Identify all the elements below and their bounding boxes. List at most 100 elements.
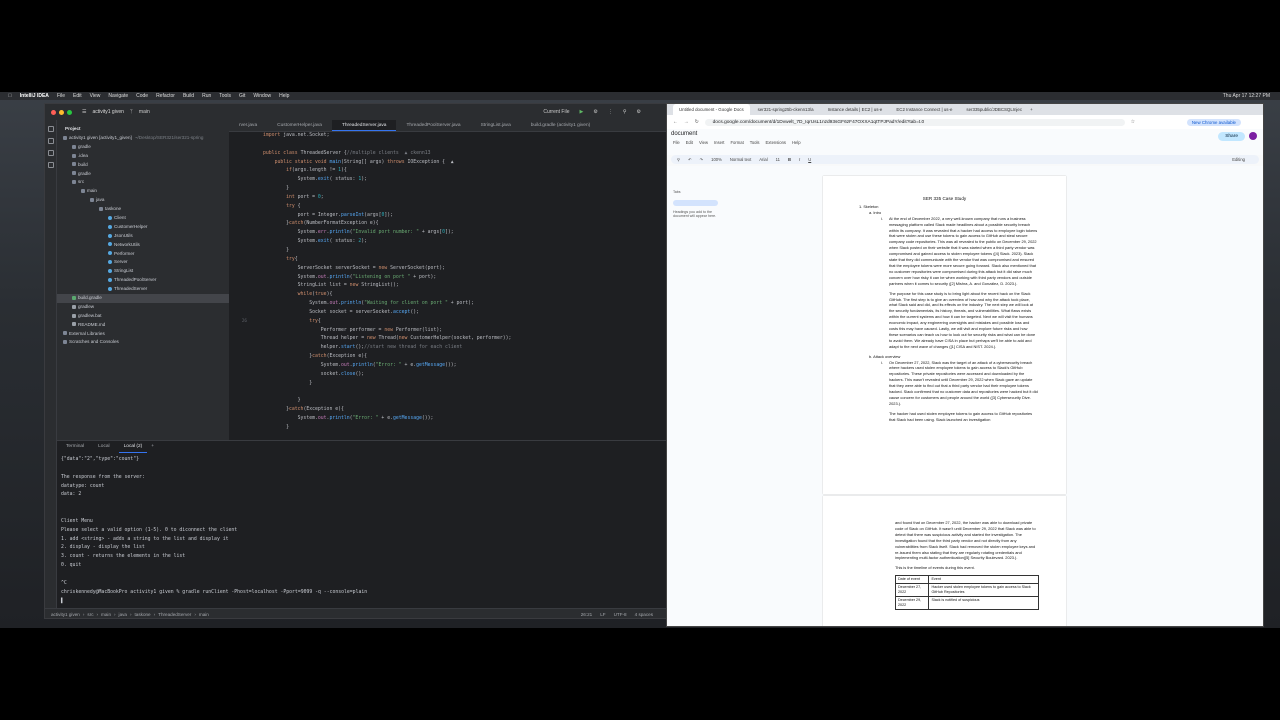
zoom-select[interactable]: 100% [711, 157, 722, 162]
breadcrumb-item[interactable]: main [199, 612, 209, 617]
menubar-item-build[interactable]: Build [183, 93, 194, 99]
undo-icon[interactable]: ↶ [688, 157, 692, 162]
tree-item[interactable]: CustomerHelper [57, 223, 229, 232]
docs-menu-tools[interactable]: Tools [750, 140, 760, 145]
run-icon[interactable]: ▶ [580, 109, 584, 115]
project-selector[interactable]: activity1 given [92, 109, 123, 115]
tree-item[interactable]: README.md [57, 321, 229, 330]
editor-tab[interactable]: ThreadedPoolServer.java [396, 120, 470, 131]
editor-tab[interactable]: ThreadedServer.java [331, 120, 397, 131]
italic-icon[interactable]: I [799, 157, 800, 162]
status-item[interactable]: 26:21 [581, 612, 593, 617]
tree-item[interactable]: activity1 given [activity1_given] ~/Deskt… [57, 134, 229, 143]
tree-item[interactable]: gradle [57, 170, 229, 179]
docs-menu-format[interactable]: Format [730, 140, 743, 145]
breadcrumb-item[interactable]: ThreadedServer [158, 612, 191, 617]
debug-icon[interactable]: ⚙ [593, 109, 597, 115]
tree-item[interactable]: .idea [57, 152, 229, 161]
editor-tab[interactable]: CustomerHelper.java [267, 120, 332, 131]
tree-item[interactable]: ThreadedServer [57, 285, 229, 294]
terminal-output[interactable]: {"data":"2","type":"count"} The response … [57, 452, 671, 606]
browser-tab[interactable]: ser335public/JDBCSQLInjec [960, 104, 1028, 115]
reload-icon[interactable]: ↻ [695, 120, 699, 125]
terminal-tab[interactable]: Local [93, 441, 114, 452]
doc-title[interactable]: document [671, 131, 697, 137]
redo-icon[interactable]: ↷ [700, 157, 704, 162]
code-area[interactable]: import java.net.Socket; public class Thre… [263, 132, 671, 440]
font-select[interactable]: Arial [759, 157, 767, 162]
browser-tab[interactable]: EC2 Instance Connect | us-e [890, 104, 958, 115]
docs-menu-edit[interactable]: Edit [686, 140, 693, 145]
browser-tab[interactable]: ser321-spring25b-ckenn13/a [752, 104, 820, 115]
tree-item[interactable]: External Libraries [57, 330, 229, 339]
new-tab-icon[interactable]: + [1030, 107, 1033, 112]
menubar-item-help[interactable]: Help [279, 93, 289, 99]
breadcrumb-item[interactable]: main [101, 612, 111, 617]
share-button[interactable]: Share [1218, 132, 1245, 141]
menubar-item-view[interactable]: View [90, 93, 101, 99]
tree-item[interactable]: Server [57, 258, 229, 267]
apple-icon[interactable]:  [8, 93, 12, 99]
tree-item[interactable]: main [57, 187, 229, 196]
menubar-item-edit[interactable]: Edit [73, 93, 82, 99]
tree-item[interactable]: NetworkUtils [57, 241, 229, 250]
editing-mode-select[interactable]: Editing [1232, 157, 1245, 162]
menubar-item-code[interactable]: Code [136, 93, 148, 99]
menubar-item-git[interactable]: Git [239, 93, 245, 99]
menubar-item-run[interactable]: Run [202, 93, 211, 99]
bold-icon[interactable]: B [788, 157, 791, 162]
docs-menu-extensions[interactable]: Extensions [766, 140, 786, 145]
docs-menu-file[interactable]: File [673, 140, 680, 145]
new-chrome-button[interactable]: New Chrome available [1186, 118, 1241, 126]
underline-icon[interactable]: U [808, 157, 811, 162]
tree-item[interactable]: java [57, 196, 229, 205]
docs-menu-help[interactable]: Help [792, 140, 801, 145]
outline-tabs-label[interactable]: Tabs [673, 190, 718, 194]
editor-tab[interactable]: rver.java [229, 120, 267, 131]
tree-item[interactable]: build.gradle [57, 294, 229, 303]
menubar-item-file[interactable]: File [57, 93, 65, 99]
docs-menu-insert[interactable]: Insert [714, 140, 724, 145]
tree-item[interactable]: Performer [57, 250, 229, 259]
doc-page-2[interactable]: and found that on December 27, 2022, the… [823, 496, 1066, 626]
tree-item[interactable]: src [57, 178, 229, 187]
search-menus-icon[interactable]: ⚲ [677, 157, 680, 162]
address-bar[interactable]: docs.google.com/document/d/1Dvwelt_7D_Iq… [704, 118, 1125, 126]
tree-item[interactable]: gradle [57, 143, 229, 152]
timeline-table[interactable]: Date of event Event December 27, 2022 Hacke… [894, 575, 1039, 611]
editor-tab[interactable]: build.gradle (activity1 given) [521, 120, 600, 131]
doc-page-1[interactable]: SER 335 Case Study 1. Skeleton a. Intro … [823, 176, 1066, 494]
back-icon[interactable]: ← [673, 120, 678, 125]
editor-tab[interactable]: StringList.java [471, 120, 521, 131]
more-icon[interactable]: ⋮ [608, 109, 613, 115]
status-item[interactable]: LF [600, 612, 605, 617]
search-icon[interactable]: ⚲ [623, 109, 627, 115]
terminal-tab[interactable]: Terminal [61, 441, 89, 452]
tree-item[interactable]: taskone [57, 205, 229, 214]
terminal-tab[interactable]: Local (2) [118, 441, 148, 453]
style-select[interactable]: Normal text [730, 157, 751, 162]
menubar-item-window[interactable]: Window [253, 93, 271, 99]
menubar-app-name[interactable]: IntelliJ IDEA [20, 93, 49, 99]
menubar-item-navigate[interactable]: Navigate [108, 93, 128, 99]
forward-icon[interactable]: → [684, 120, 689, 125]
breadcrumb-item[interactable]: java [119, 612, 127, 617]
browser-tab[interactable]: Instance details | EC2 | us-e [822, 104, 889, 115]
run-config-selector[interactable]: Current File [543, 109, 569, 115]
status-item[interactable]: 4 spaces [635, 612, 653, 617]
tree-item[interactable]: gradlew.bat [57, 312, 229, 321]
tree-item[interactable]: Scratches and Consoles [57, 338, 229, 347]
tree-item[interactable]: StringList [57, 267, 229, 276]
browser-tab[interactable]: Untitled document - Google Docs [673, 104, 750, 115]
breadcrumb-item[interactable]: activity1 given [51, 612, 80, 617]
outline-selected-tab[interactable] [673, 200, 718, 206]
breadcrumb-item[interactable]: src [87, 612, 93, 617]
tree-item[interactable]: ThreadedPoolServer [57, 276, 229, 285]
avatar[interactable] [1249, 132, 1257, 140]
docs-menu-view[interactable]: View [699, 140, 708, 145]
bookmark-star-icon[interactable]: ☆ [1131, 120, 1135, 125]
settings-gear-icon[interactable]: ⚙ [637, 109, 641, 115]
tree-item[interactable]: JsonUtils [57, 232, 229, 241]
project-panel-title[interactable]: Project [57, 122, 229, 134]
hamburger-menu-icon[interactable]: ☰ [82, 109, 86, 115]
